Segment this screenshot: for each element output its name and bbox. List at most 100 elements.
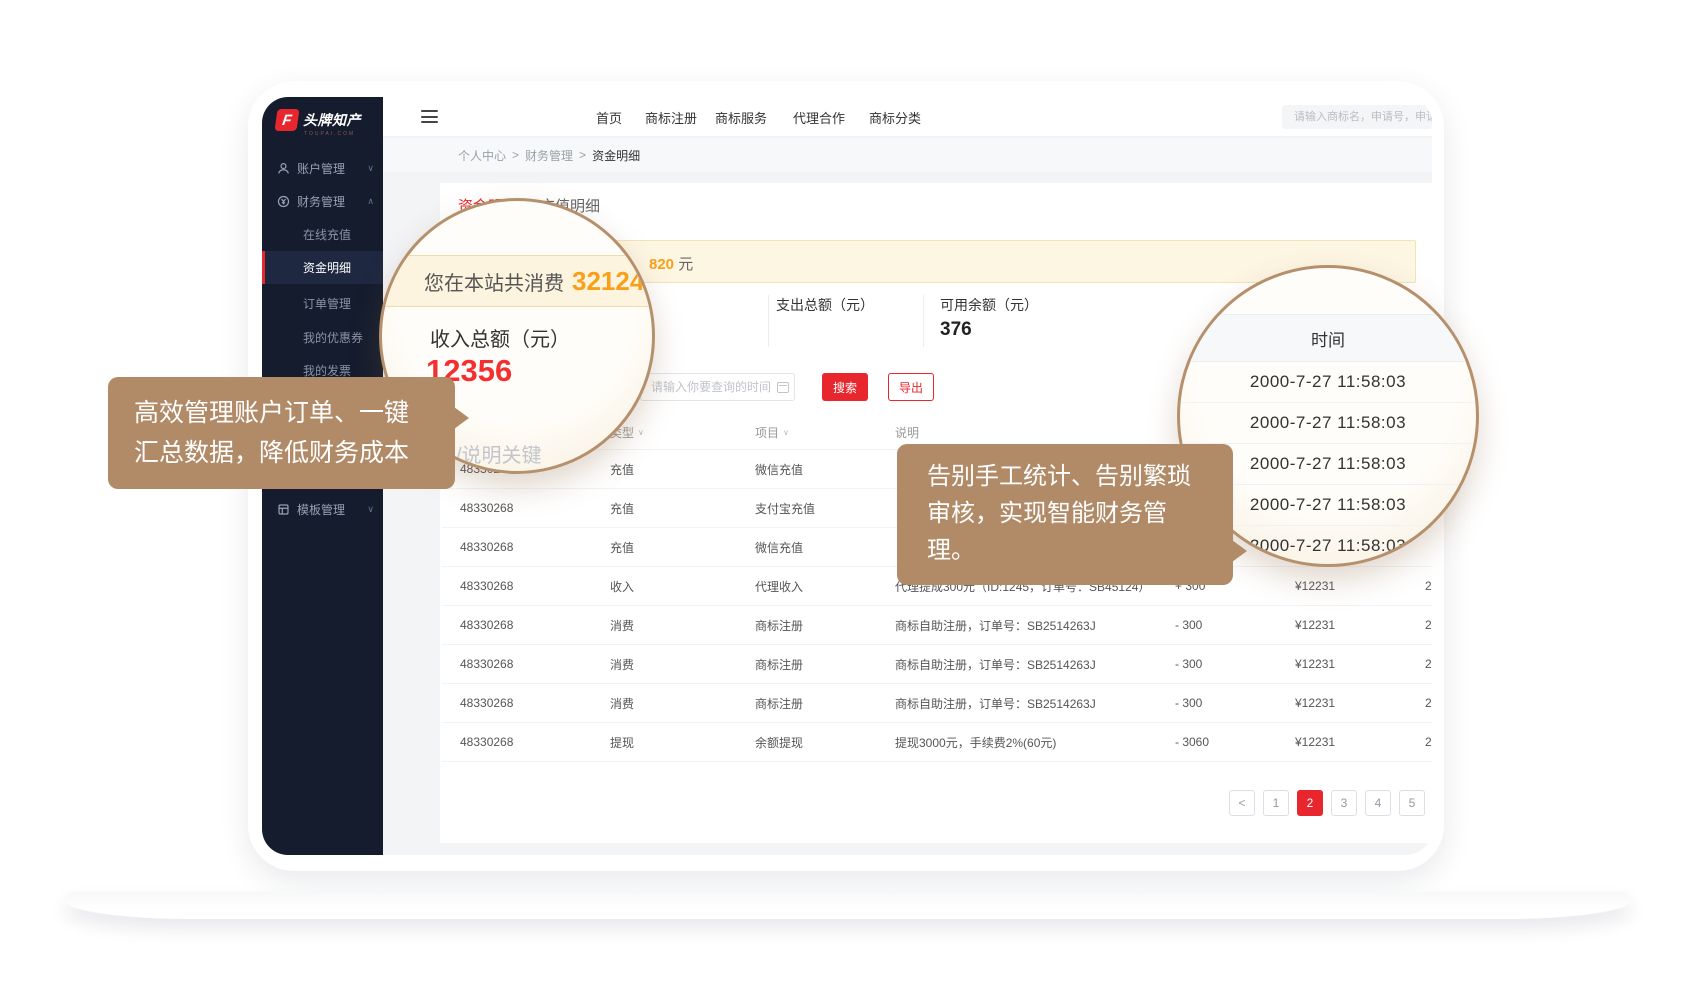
sidebar-item-finance[interactable]: 财务管理 ∧ — [262, 185, 383, 218]
cell-type: 收入 — [610, 567, 634, 605]
sidebar-item-label: 模板管理 — [297, 501, 345, 518]
nav-trademark-category[interactable]: 商标分类 — [869, 97, 921, 137]
nav-agent-cooperation[interactable]: 代理合作 — [793, 97, 845, 137]
brand-logo-icon: F — [274, 109, 299, 131]
table-row[interactable]: 48330268 消费 商标注册 商标自助注册，订单号：SB2514263J -… — [442, 645, 1432, 684]
cell-type: 提现 — [610, 723, 634, 761]
cell-order-no: 48330268 — [460, 606, 513, 644]
cell-order-no: 48330268 — [460, 645, 513, 683]
breadcrumb-item[interactable]: 财务管理 — [525, 147, 573, 164]
pagination-page-2-active[interactable]: 2 — [1297, 790, 1323, 816]
pagination: < 1 2 3 4 5 — [440, 790, 1425, 816]
table-row[interactable]: 48330268 消费 商标注册 商标自助注册，订单号：SB2514263J -… — [442, 684, 1432, 723]
breadcrumb: 个人中心 > 财务管理 > 资金明细 — [383, 138, 1432, 172]
cell-type: 充值 — [610, 489, 634, 527]
sidebar-item-my-coupons[interactable]: 我的优惠券 — [262, 321, 383, 354]
brand-subtitle: TOUPAI.COM — [304, 131, 355, 137]
col-project[interactable]: 项目∨ — [755, 415, 789, 450]
cell-description: 商标自助注册，订单号：SB2514263J — [895, 684, 1096, 722]
breadcrumb-item[interactable]: 个人中心 — [458, 147, 506, 164]
pagination-prev-button[interactable]: < — [1229, 790, 1255, 816]
magnified-time-header: 时间 — [1177, 314, 1479, 362]
pagination-page-4[interactable]: 4 — [1365, 790, 1391, 816]
nav-trademark-register[interactable]: 商标注册 — [645, 97, 697, 137]
cell-type: 消费 — [610, 606, 634, 644]
sidebar-item-label: 财务管理 — [297, 193, 345, 210]
trademark-search-input[interactable] — [1282, 105, 1432, 129]
stat-divider — [768, 295, 769, 347]
tooltip-right-text: 告别手工统计、告别繁琐审核，实现智能财务管理。 — [927, 458, 1195, 569]
nav-trademark-service[interactable]: 商标服务 — [715, 97, 767, 137]
cell-project: 商标注册 — [755, 606, 803, 644]
tooltip-right: 告别手工统计、告别繁琐审核，实现智能财务管理。 — [897, 444, 1233, 585]
cell-type: 充值 — [610, 450, 634, 488]
available-balance-label: 可用余额（元） — [940, 295, 1038, 315]
magnified-time-row: 2000-7-27 11:58:03 — [1177, 403, 1479, 444]
nav-home[interactable]: 首页 — [596, 97, 622, 137]
caret-down-icon: ∨ — [638, 428, 644, 437]
chevron-up-icon: ∧ — [367, 196, 374, 207]
cell-description: 商标自助注册，订单号：SB2514263J — [895, 606, 1096, 644]
cell-project: 微信充值 — [755, 528, 803, 566]
cell-project: 商标注册 — [755, 684, 803, 722]
cell-time: 2 — [1425, 606, 1432, 644]
cell-balance: ¥12231 — [1295, 606, 1335, 644]
cell-order-no: 48330268 — [460, 528, 513, 566]
magnified-income-label: 收入总额（元） — [430, 323, 570, 352]
brand-logo[interactable]: F 头牌知产 — [276, 109, 361, 131]
cell-amount: - 3060 — [1175, 723, 1209, 761]
stat-divider — [923, 295, 924, 347]
tooltip-left: 高效管理账户订单、一键汇总数据，降低财务成本 — [108, 377, 455, 489]
pagination-page-3[interactable]: 3 — [1331, 790, 1357, 816]
cell-order-no: 48330268 — [460, 567, 513, 605]
template-icon — [277, 503, 290, 516]
chevron-down-icon: ∨ — [367, 163, 374, 174]
cell-amount: - 300 — [1175, 684, 1202, 722]
cell-balance: ¥12231 — [1295, 567, 1335, 605]
cell-project: 支付宝充值 — [755, 489, 815, 527]
sidebar-item-online-recharge[interactable]: 在线充值 — [262, 218, 383, 251]
sidebar-item-order-management[interactable]: 订单管理 — [262, 287, 383, 320]
breadcrumb-current: 资金明细 — [592, 147, 640, 164]
date-filter-input[interactable] — [640, 373, 795, 401]
banner-amount: 820 元 — [649, 253, 693, 274]
cell-type: 消费 — [610, 645, 634, 683]
calendar-icon[interactable] — [777, 382, 789, 393]
magnified-consumption-banner: 您在本站共消费 32124 — [379, 255, 655, 307]
sidebar-item-fund-details[interactable]: 资金明细 — [262, 251, 383, 284]
cell-project: 代理收入 — [755, 567, 803, 605]
cell-description: 提现3000元，手续费2%(60元) — [895, 723, 1056, 761]
cell-type: 消费 — [610, 684, 634, 722]
cell-project: 微信充值 — [755, 450, 803, 488]
table-row[interactable]: 48330268 提现 余额提现 提现3000元，手续费2%(60元) - 30… — [442, 723, 1432, 762]
cell-amount: - 300 — [1175, 645, 1202, 683]
export-button[interactable]: 导出 — [888, 373, 934, 401]
cell-time: 2 — [1425, 567, 1432, 605]
cell-time: 2 — [1425, 645, 1432, 683]
user-icon — [277, 162, 290, 175]
cell-project: 商标注册 — [755, 645, 803, 683]
cell-amount: - 300 — [1175, 606, 1202, 644]
cell-order-no: 48330268 — [460, 489, 513, 527]
chevron-down-icon: ∨ — [367, 504, 374, 515]
expense-total-label: 支出总额（元） — [776, 295, 874, 315]
magnified-consumption-amount: 32124 — [572, 266, 644, 297]
pagination-page-5[interactable]: 5 — [1399, 790, 1425, 816]
cell-balance: ¥12231 — [1295, 645, 1335, 683]
pagination-page-1[interactable]: 1 — [1263, 790, 1289, 816]
sidebar-item-template[interactable]: 模板管理 ∨ — [262, 493, 383, 526]
cell-type: 充值 — [610, 528, 634, 566]
sidebar-item-account[interactable]: 账户管理 ∨ — [262, 152, 383, 185]
cell-balance: ¥12231 — [1295, 684, 1335, 722]
cell-order-no: 48330268 — [460, 723, 513, 761]
table-row[interactable]: 48330268 消费 商标注册 商标自助注册，订单号：SB2514263J -… — [442, 606, 1432, 645]
cell-balance: ¥12231 — [1295, 723, 1335, 761]
hamburger-menu-icon[interactable] — [421, 110, 438, 123]
laptop-base — [65, 892, 1631, 919]
cell-description: 商标自助注册，订单号：SB2514263J — [895, 645, 1096, 683]
cell-time: 2 — [1425, 723, 1432, 761]
sidebar-item-label: 账户管理 — [297, 160, 345, 177]
search-button[interactable]: 搜索 — [822, 373, 868, 401]
cell-time: 2 — [1425, 684, 1432, 722]
cell-project: 余额提现 — [755, 723, 803, 761]
